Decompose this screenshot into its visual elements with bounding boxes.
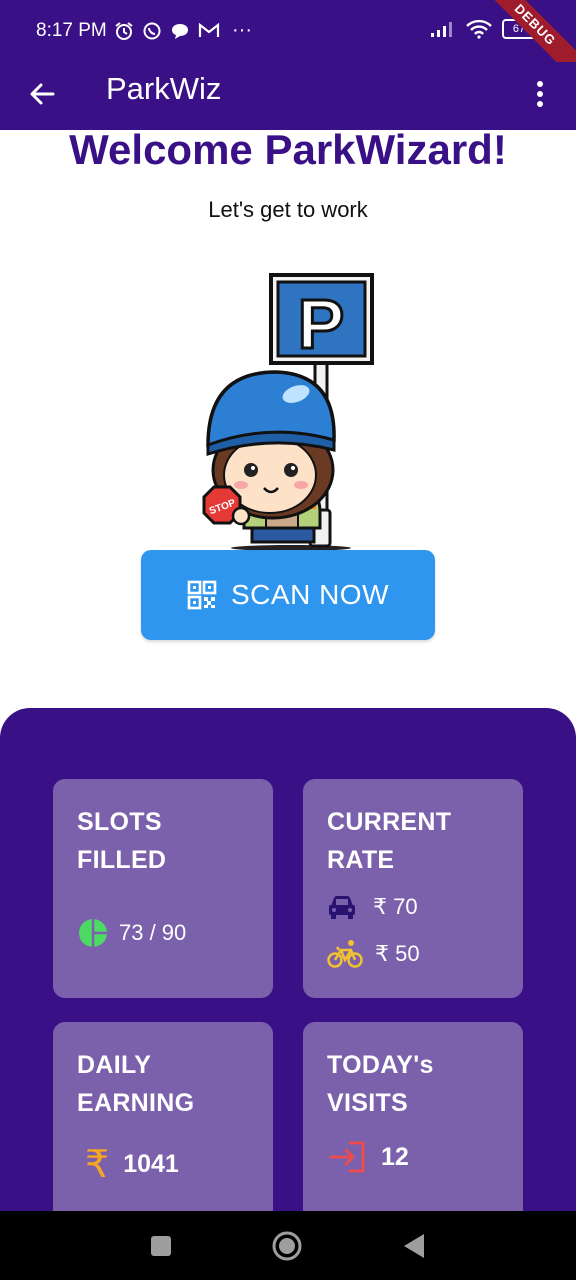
visits-title-line2: VISITS — [327, 1089, 408, 1117]
scan-now-label: SCAN NOW — [231, 579, 389, 610]
bicycle-icon — [327, 940, 363, 968]
tagline: Let's get to work — [208, 197, 368, 222]
recents-icon — [151, 1236, 171, 1256]
status-time: 8:17 PM — [36, 20, 107, 41]
bike-rate-value: ₹ 50 — [375, 941, 420, 966]
app-screen: 8:17 PM ··· 67 DEBUG ParkWiz Welcome Par… — [0, 0, 576, 1280]
car-rate-value: ₹ 70 — [373, 894, 418, 919]
wifi-icon — [466, 19, 492, 39]
rate-title-line2: RATE — [327, 846, 395, 874]
home-icon — [272, 1231, 302, 1261]
daily-earning-title: DAILY EARNING — [77, 1046, 194, 1122]
slots-title-line2: FILLED — [77, 846, 167, 874]
scan-now-button[interactable]: SCAN NOW — [141, 550, 435, 640]
triangle-back-icon — [404, 1234, 424, 1258]
more-vert-icon — [537, 81, 543, 107]
home-button[interactable] — [270, 1229, 304, 1263]
back-nav-button[interactable] — [397, 1229, 431, 1263]
status-notification-icons: ··· — [114, 19, 252, 42]
arrow-back-icon — [30, 83, 55, 105]
daily-earning-row: ₹ 1041 — [85, 1142, 179, 1187]
todays-visits-title: TODAY's VISITS — [327, 1046, 434, 1122]
visits-title-line1: TODAY's — [327, 1051, 434, 1079]
todays-visits-value: 12 — [381, 1142, 409, 1171]
daily-earning-value: 1041 — [123, 1150, 179, 1178]
current-rate-card[interactable]: CURRENT RATE ₹ 70 ₹ 50 — [303, 779, 523, 998]
car-icon — [329, 896, 355, 919]
earning-title-line1: DAILY — [77, 1051, 152, 1079]
status-bar: 8:17 PM ··· 67 DEBUG — [0, 0, 576, 86]
overflow-menu-button[interactable] — [522, 74, 558, 114]
signal-icon — [431, 22, 452, 37]
slots-filled-title: SLOTS FILLED — [77, 803, 166, 879]
parking-attendant-illustration: P STOP — [202, 273, 374, 551]
gmail-icon — [198, 22, 220, 37]
login-icon — [329, 1141, 365, 1173]
current-rate-title: CURRENT RATE — [327, 803, 451, 879]
car-rate-row: ₹ 70 — [327, 894, 418, 920]
slots-filled-card[interactable]: SLOTS FILLED 73 / 90 — [53, 779, 273, 998]
app-bar: ParkWiz — [0, 62, 576, 130]
dashboard-panel: SLOTS FILLED 73 / 90 CURRENT RATE ₹ 70 ₹… — [0, 708, 576, 1280]
earning-title-line2: EARNING — [77, 1089, 195, 1117]
qr-code-icon — [187, 580, 217, 610]
system-navigation-bar — [0, 1211, 576, 1280]
slots-title-line1: SLOTS — [77, 808, 162, 836]
slots-filled-value: 73 / 90 — [119, 920, 187, 945]
bike-rate-row: ₹ 50 — [327, 939, 420, 969]
more-notifications-icon: ··· — [232, 19, 252, 41]
back-button[interactable] — [22, 74, 62, 114]
whatsapp-icon — [143, 22, 161, 39]
chat-icon — [172, 23, 188, 39]
slots-filled-row: 73 / 90 — [77, 917, 186, 949]
rate-title-line1: CURRENT — [327, 808, 452, 836]
sign-letter: P — [298, 285, 345, 363]
todays-visits-row: 12 — [329, 1140, 409, 1174]
app-title: ParkWiz — [106, 71, 222, 106]
rupee-icon: ₹ — [85, 1144, 110, 1186]
recents-button[interactable] — [144, 1229, 178, 1263]
welcome-heading: Welcome ParkWizard! — [69, 126, 507, 173]
alarm-icon — [115, 21, 133, 40]
pie-chart-icon — [79, 919, 107, 947]
